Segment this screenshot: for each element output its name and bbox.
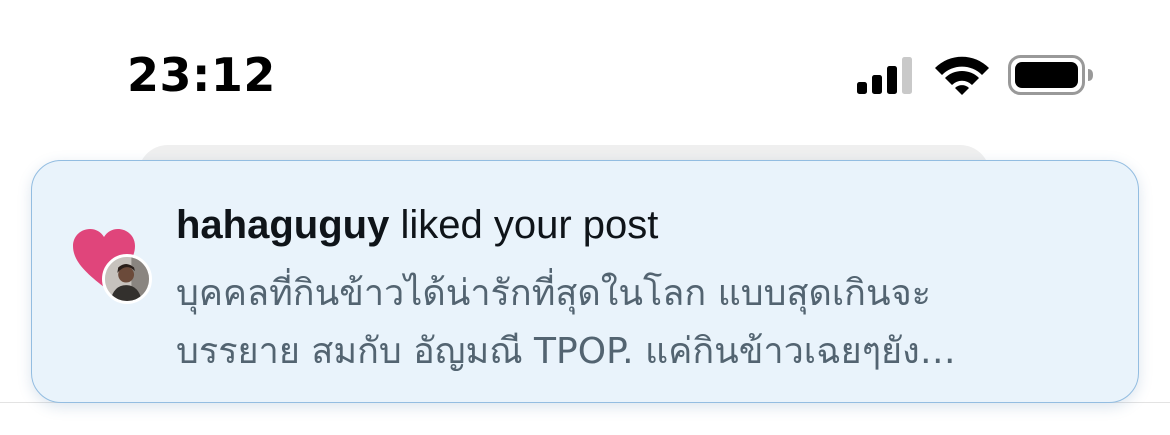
post-preview: บุคคลที่กินข้าวได้น่ารักที่สุดในโลก แบบส… xyxy=(176,265,1116,381)
wifi-icon xyxy=(935,56,989,95)
post-preview-line-2: บรรยาย สมกับ อัญมณี TPOP. แค่กินข้าวเฉยๆ… xyxy=(176,331,956,372)
avatar[interactable] xyxy=(102,254,152,304)
username[interactable]: hahaguguy xyxy=(176,203,389,247)
battery-icon xyxy=(1008,55,1093,95)
status-time: 23:12 xyxy=(127,48,276,102)
avatar-image xyxy=(105,257,149,301)
status-bar: 23:12 xyxy=(0,0,1170,150)
post-preview-line-1: บุคคลที่กินข้าวได้น่ารักที่สุดในโลก แบบส… xyxy=(176,273,931,314)
cellular-signal-icon xyxy=(857,57,912,94)
notification-title: hahaguguy liked your post xyxy=(176,203,1116,248)
like-notification-toast[interactable]: hahaguguy liked your post บุคคลที่กินข้า… xyxy=(31,160,1139,403)
action-text: liked your post xyxy=(389,203,659,247)
